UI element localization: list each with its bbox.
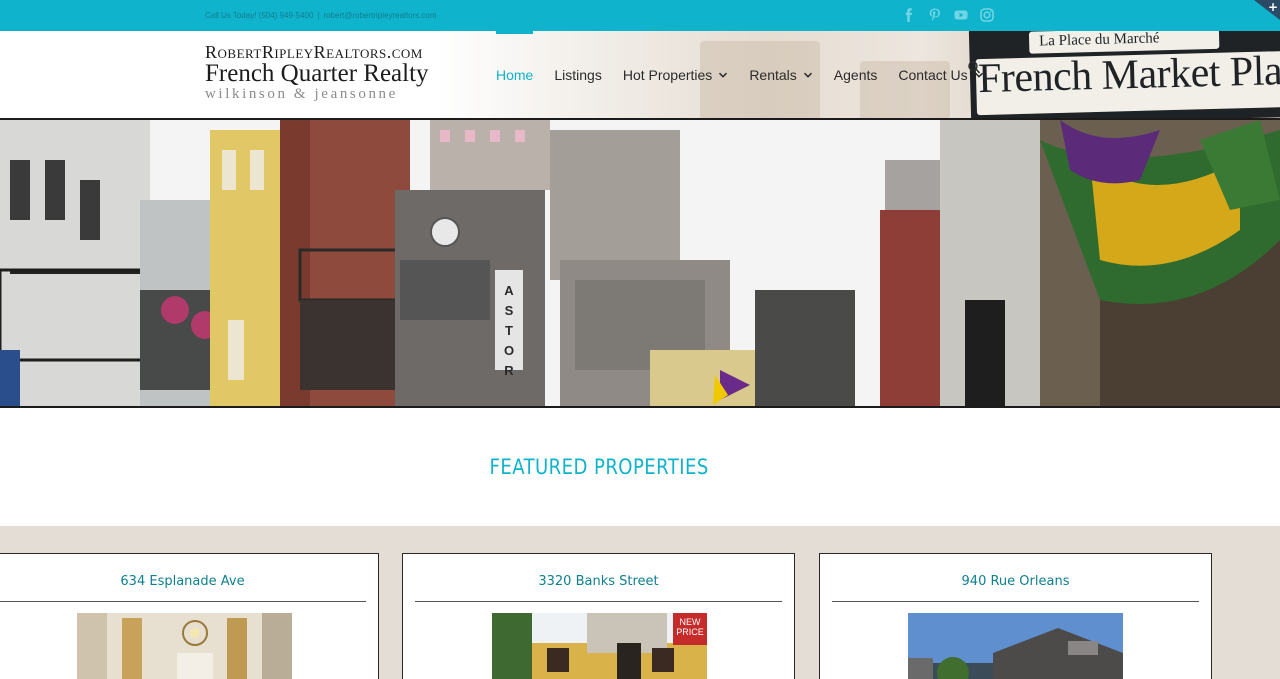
nav-rentals[interactable]: Rentals — [749, 31, 812, 118]
card-divider — [832, 601, 1199, 602]
featured-properties-heading: FEATURED PROPERTIES — [489, 455, 709, 479]
sign-top-text: La Place du Marché — [1038, 31, 1160, 50]
interior-photo — [77, 613, 292, 679]
hero-banner: ASTOR — [0, 118, 1280, 408]
logo-title: French Quarter Realty — [205, 60, 429, 87]
sign-main-text: French Market Place — [977, 47, 1280, 103]
contact-info: Call Us Today! (504) 949-5400 | robert@rob… — [205, 11, 436, 20]
property-card[interactable]: 634 Esplanade Ave — [0, 553, 379, 679]
nav-hot-properties[interactable]: Hot Properties — [623, 31, 728, 118]
nav-listings-label: Listings — [554, 66, 602, 83]
french-market-sign: La Place du Marché French Market Place — [968, 31, 1280, 118]
astor-sign-text: ASTOR — [504, 283, 514, 378]
nav-agents[interactable]: Agents — [834, 31, 878, 118]
property-card[interactable]: 3320 Banks Street NEW PRICE — [402, 553, 795, 679]
building-photo — [908, 613, 1123, 679]
property-photo[interactable] — [908, 613, 1123, 679]
property-photo[interactable] — [77, 613, 292, 679]
property-address[interactable]: 634 Esplanade Ave — [0, 574, 378, 589]
social-links — [902, 8, 994, 22]
nav-home-label: Home — [496, 66, 534, 83]
property-card[interactable]: 940 Rue Orleans — [819, 553, 1212, 679]
french-quarter-street-image: ASTOR — [0, 120, 1280, 406]
featured-section: FEATURED PROPERTIES — [0, 408, 1280, 526]
logo-domain: RobertRipleyRealtors.com — [205, 42, 423, 62]
property-address[interactable]: 940 Rue Orleans — [820, 574, 1211, 589]
email-link[interactable]: robert@robertripleyrealtors.com — [323, 11, 436, 20]
youtube-icon[interactable] — [954, 8, 968, 22]
chevron-down-icon — [803, 72, 812, 78]
nav-home[interactable]: Home — [496, 31, 534, 118]
site-header: RobertRipleyRealtors.com French Quarter … — [0, 31, 1280, 118]
nav-agents-label: Agents — [833, 66, 878, 83]
contact-separator: | — [317, 11, 320, 20]
phone-link[interactable]: Call Us Today! (504) 949-5400 — [205, 11, 313, 20]
top-bar: Call Us Today! (504) 949-5400 | robert@rob… — [0, 0, 1280, 31]
nav-contact-us-label: Contact Us — [898, 66, 968, 83]
pinterest-icon[interactable] — [928, 8, 942, 22]
nav-hot-properties-label: Hot Properties — [622, 66, 713, 83]
instagram-icon[interactable] — [980, 8, 994, 22]
card-divider — [415, 601, 782, 602]
card-divider — [0, 601, 366, 602]
site-logo[interactable]: RobertRipleyRealtors.com French Quarter … — [205, 42, 445, 102]
main-nav: Home Listings Hot Properties Rentals Age… — [496, 31, 1005, 118]
plus-icon[interactable]: + — [1268, 0, 1278, 14]
featured-listings: 634 Esplanade Ave 3320 Banks Street NEW … — [0, 526, 1280, 679]
nav-listings[interactable]: Listings — [554, 31, 601, 118]
property-address[interactable]: 3320 Banks Street — [403, 574, 794, 589]
new-price-badge: NEW PRICE — [673, 613, 707, 645]
logo-subtitle: wilkinson & jeansonne — [205, 86, 398, 102]
property-photo[interactable]: NEW PRICE — [492, 613, 707, 679]
chevron-down-icon — [719, 72, 728, 78]
search-icon[interactable] — [968, 61, 980, 75]
nav-rentals-label: Rentals — [749, 66, 797, 83]
facebook-icon[interactable] — [902, 8, 916, 22]
